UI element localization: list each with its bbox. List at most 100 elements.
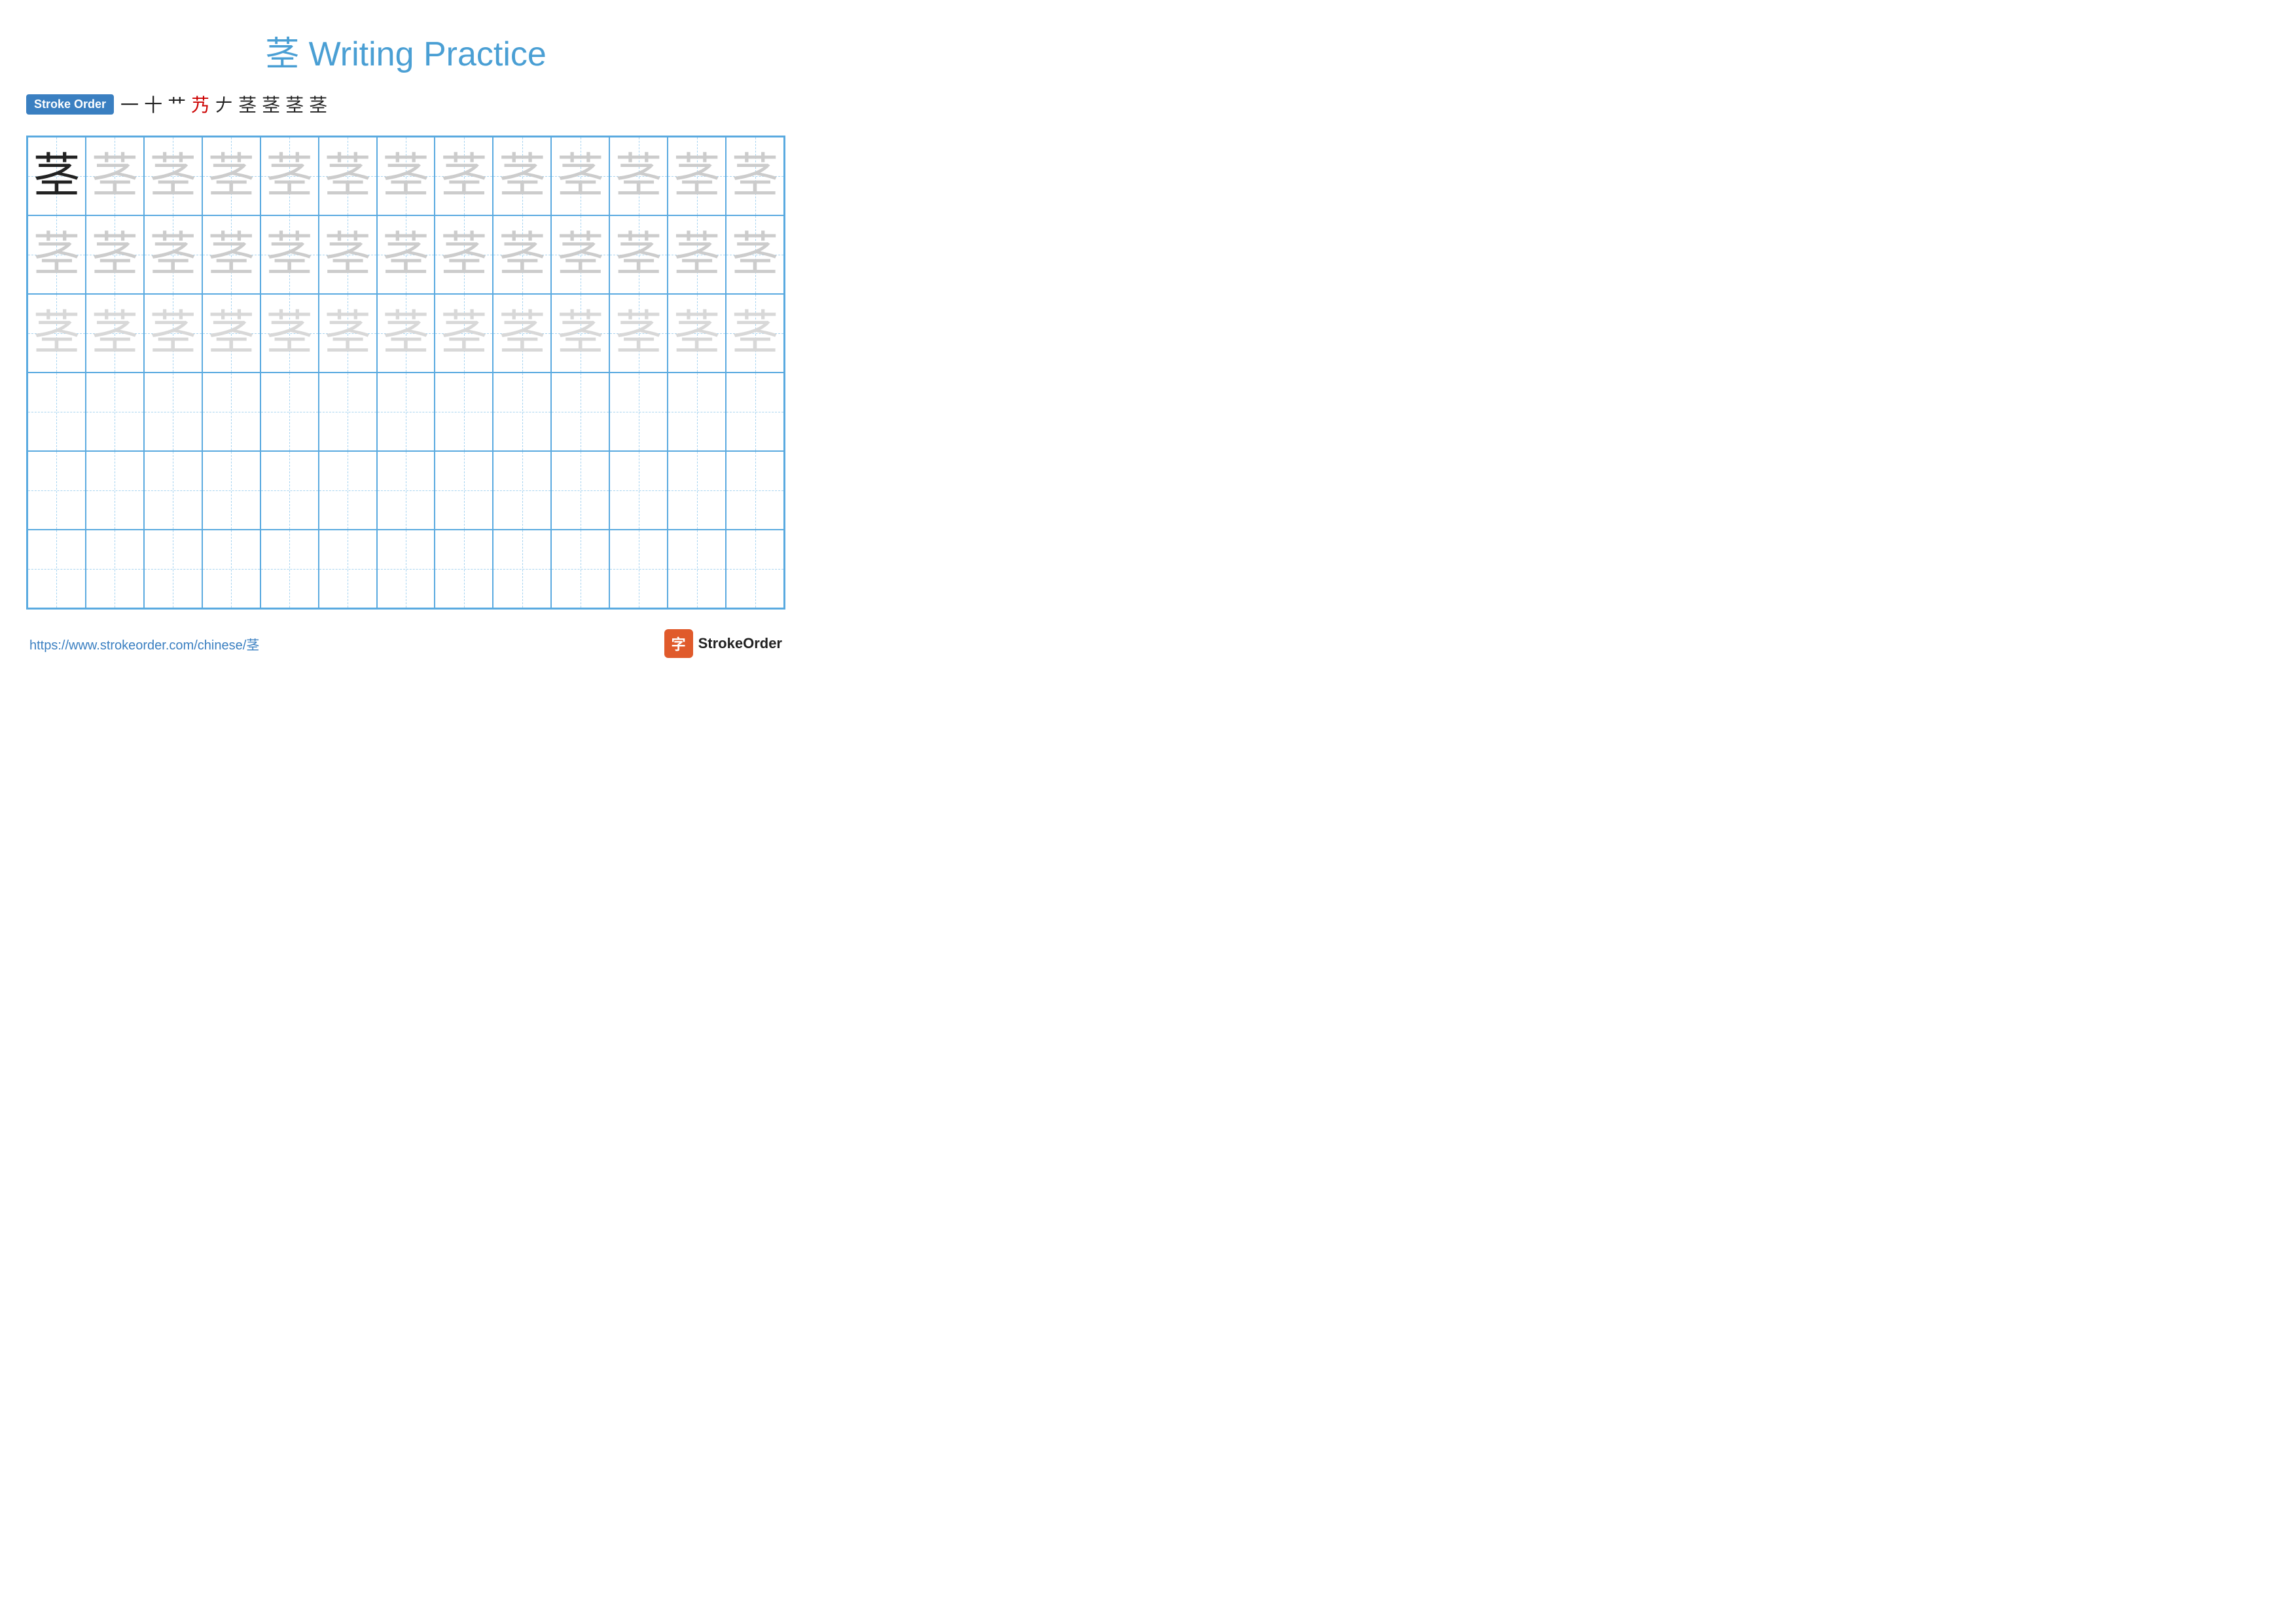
footer-url[interactable]: https://www.strokeorder.com/chinese/茎 [29,634,259,653]
grid-cell-r4c9[interactable] [493,373,551,451]
grid-cell-r1c12[interactable]: 茎 [668,137,726,215]
grid-cell-r5c5[interactable] [260,451,319,530]
char-ghost: 茎 [499,310,546,357]
grid-cell-r2c9[interactable]: 茎 [493,215,551,294]
char-solid: 茎 [33,153,80,200]
char-ghost: 茎 [33,231,80,278]
grid-cell-r1c8[interactable]: 茎 [435,137,493,215]
grid-cell-r6c2[interactable] [86,530,144,608]
grid-cell-r1c6[interactable]: 茎 [319,137,377,215]
grid-cell-r4c11[interactable] [609,373,668,451]
grid-cell-r6c5[interactable] [260,530,319,608]
grid-cell-r2c1[interactable]: 茎 [27,215,86,294]
grid-cell-r1c13[interactable]: 茎 [726,137,784,215]
brand-icon: 字 [664,629,693,658]
grid-cell-r4c2[interactable] [86,373,144,451]
grid-cell-r1c3[interactable]: 茎 [144,137,202,215]
grid-cell-r4c6[interactable] [319,373,377,451]
grid-cell-r5c4[interactable] [202,451,260,530]
grid-cell-r3c7[interactable]: 茎 [377,294,435,373]
grid-cell-r3c12[interactable]: 茎 [668,294,726,373]
grid-cell-r2c2[interactable]: 茎 [86,215,144,294]
grid-cell-r6c7[interactable] [377,530,435,608]
char-ghost: 茎 [149,153,196,200]
grid-cell-r1c4[interactable]: 茎 [202,137,260,215]
char-ghost: 茎 [324,310,371,357]
grid-cell-r6c3[interactable] [144,530,202,608]
grid-cell-r3c2[interactable]: 茎 [86,294,144,373]
grid-cell-r2c13[interactable]: 茎 [726,215,784,294]
grid-cell-r2c6[interactable]: 茎 [319,215,377,294]
char-ghost: 茎 [499,231,546,278]
grid-cell-r3c13[interactable]: 茎 [726,294,784,373]
grid-cell-r2c7[interactable]: 茎 [377,215,435,294]
grid-cell-r5c9[interactable] [493,451,551,530]
grid-cell-r2c5[interactable]: 茎 [260,215,319,294]
grid-cell-r2c10[interactable]: 茎 [551,215,609,294]
grid-cell-r6c8[interactable] [435,530,493,608]
grid-cell-r3c3[interactable]: 茎 [144,294,202,373]
grid-cell-r1c9[interactable]: 茎 [493,137,551,215]
grid-cell-r4c7[interactable] [377,373,435,451]
grid-cell-r5c8[interactable] [435,451,493,530]
grid-cell-r2c12[interactable]: 茎 [668,215,726,294]
grid-cell-r5c3[interactable] [144,451,202,530]
grid-cell-r6c9[interactable] [493,530,551,608]
grid-cell-r1c10[interactable]: 茎 [551,137,609,215]
grid-cell-r6c6[interactable] [319,530,377,608]
grid-cell-r6c10[interactable] [551,530,609,608]
grid-cell-r2c11[interactable]: 茎 [609,215,668,294]
grid-cell-r6c11[interactable] [609,530,668,608]
grid-cell-r3c4[interactable]: 茎 [202,294,260,373]
char-ghost: 茎 [324,231,371,278]
grid-cell-r3c6[interactable]: 茎 [319,294,377,373]
grid-cell-r1c7[interactable]: 茎 [377,137,435,215]
grid-cell-r5c7[interactable] [377,451,435,530]
grid-cell-r4c5[interactable] [260,373,319,451]
grid-cell-r5c11[interactable] [609,451,668,530]
grid-cell-r5c2[interactable] [86,451,144,530]
grid-cell-r6c1[interactable] [27,530,86,608]
grid-cell-r5c6[interactable] [319,451,377,530]
grid-cell-r6c12[interactable] [668,530,726,608]
char-ghost: 茎 [440,153,488,200]
grid-cell-r1c11[interactable]: 茎 [609,137,668,215]
grid-cell-r2c4[interactable]: 茎 [202,215,260,294]
grid-cell-r3c10[interactable]: 茎 [551,294,609,373]
char-ghost: 茎 [440,231,488,278]
grid-cell-r5c10[interactable] [551,451,609,530]
stroke-3: 艹 [168,91,186,117]
stroke-9: 茎 [309,91,327,117]
grid-cell-r3c8[interactable]: 茎 [435,294,493,373]
grid-cell-r4c3[interactable] [144,373,202,451]
grid-cell-r6c4[interactable] [202,530,260,608]
grid-cell-r4c12[interactable] [668,373,726,451]
char-ghost: 茎 [382,310,429,357]
char-ghost: 茎 [207,153,255,200]
grid-cell-r2c8[interactable]: 茎 [435,215,493,294]
grid-cell-r1c2[interactable]: 茎 [86,137,144,215]
grid-cell-r3c1[interactable]: 茎 [27,294,86,373]
grid-cell-r3c9[interactable]: 茎 [493,294,551,373]
page-title: 茎 Writing Practice [26,26,785,75]
grid-cell-r3c5[interactable]: 茎 [260,294,319,373]
grid-cell-r4c13[interactable] [726,373,784,451]
grid-cell-r1c1[interactable]: 茎 [27,137,86,215]
grid-cell-r1c5[interactable]: 茎 [260,137,319,215]
grid-cell-r4c10[interactable] [551,373,609,451]
stroke-8: 茎 [285,91,304,117]
grid-cell-r2c3[interactable]: 茎 [144,215,202,294]
char-ghost: 茎 [149,231,196,278]
char-ghost: 茎 [440,310,488,357]
stroke-6: 茎 [238,91,257,117]
grid-cell-r4c8[interactable] [435,373,493,451]
grid-cell-r5c1[interactable] [27,451,86,530]
grid-cell-r6c13[interactable] [726,530,784,608]
grid-cell-r3c11[interactable]: 茎 [609,294,668,373]
char-ghost: 茎 [207,231,255,278]
char-ghost: 茎 [615,310,662,357]
grid-cell-r4c1[interactable] [27,373,86,451]
grid-cell-r5c13[interactable] [726,451,784,530]
grid-cell-r4c4[interactable] [202,373,260,451]
grid-cell-r5c12[interactable] [668,451,726,530]
